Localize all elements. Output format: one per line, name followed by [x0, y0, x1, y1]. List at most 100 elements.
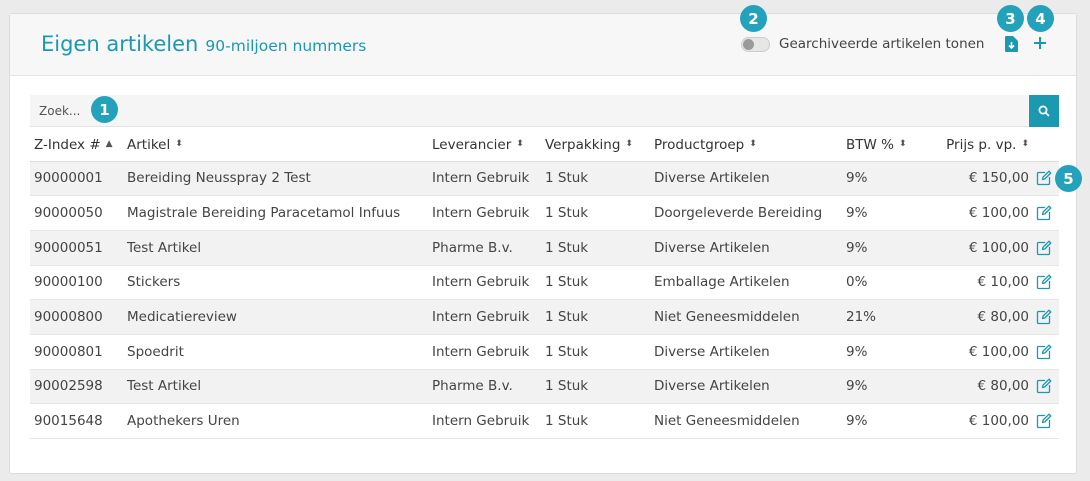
edit-icon: [1036, 240, 1052, 255]
cell-productgroep: Diverse Artikelen: [654, 334, 846, 370]
cell-leverancier: Intern Gebruik: [432, 195, 545, 231]
sort-icon: ⬍: [175, 139, 183, 150]
cell-artikel: Magistrale Bereiding Paracetamol Infuus: [127, 195, 432, 231]
cell-artikel: Apothekers Uren: [127, 403, 432, 439]
cell-zindex: 90000051: [30, 230, 127, 266]
cell-prijs: € 80,00: [934, 299, 1029, 335]
edit-button[interactable]: [1029, 265, 1059, 301]
page-title-main: Eigen artikelen: [41, 32, 199, 56]
download-file-icon[interactable]: [1003, 35, 1019, 53]
col-header-verpakking[interactable]: Verpakking ⬍: [545, 129, 654, 162]
cell-zindex: 90000801: [30, 334, 127, 370]
sort-icon: ⬍: [898, 139, 907, 150]
edit-button[interactable]: [1029, 334, 1059, 370]
col-header-label: Artikel: [127, 136, 171, 153]
cell-verpakking: 1 Stuk: [545, 299, 654, 335]
cell-btw: 9%: [846, 334, 934, 370]
cell-btw: 9%: [846, 161, 934, 197]
table-row: 90000800 Medicatiereview Intern Gebruik 1 S…: [30, 299, 1059, 335]
col-header-zindex[interactable]: Z-Index # ▲: [30, 129, 127, 162]
marker-2: 2: [740, 5, 767, 32]
table-row: 90000050 Magistrale Bereiding Paracetamol…: [30, 195, 1059, 231]
cell-verpakking: 1 Stuk: [545, 265, 654, 301]
edit-icon: [1036, 309, 1052, 325]
cell-leverancier: Intern Gebruik: [432, 334, 545, 370]
archived-toggle[interactable]: Gearchiveerde artikelen tonen: [741, 36, 985, 52]
cell-prijs: € 80,00: [934, 369, 1029, 405]
cell-btw: 0%: [846, 265, 934, 301]
card-header: Eigen artikelen 90-miljoen nummers Gearc…: [10, 14, 1076, 76]
cell-verpakking: 1 Stuk: [545, 369, 654, 405]
edit-button[interactable]: [1029, 230, 1059, 266]
cell-prijs: € 100,00: [934, 334, 1029, 370]
cell-productgroep: Diverse Artikelen: [654, 230, 846, 266]
table-row: 90000001 Bereiding Neusspray 2 Test Intern…: [30, 161, 1059, 197]
edit-button[interactable]: [1029, 369, 1059, 405]
edit-button[interactable]: [1029, 403, 1059, 439]
cell-verpakking: 1 Stuk: [545, 334, 654, 370]
col-header-prijs[interactable]: Prijs p. vp. ⬍: [934, 129, 1029, 162]
edit-icon: [1036, 413, 1052, 429]
cell-productgroep: Diverse Artikelen: [654, 161, 846, 197]
col-header-label: Z-Index #: [34, 136, 101, 153]
archived-toggle-label[interactable]: Gearchiveerde artikelen tonen: [779, 36, 985, 52]
table-row: 90000051 Test Artikel Pharme B.v. 1 Stuk Div…: [30, 230, 1059, 266]
cell-artikel: Spoedrit: [127, 334, 432, 370]
col-header-productgroep[interactable]: Productgroep ⬍: [654, 129, 846, 162]
cell-prijs: € 100,00: [934, 230, 1029, 266]
cell-artikel: Test Artikel: [127, 230, 432, 266]
table-row: 90000100 Stickers Intern Gebruik 1 Stuk Emba…: [30, 265, 1059, 301]
col-header-btw[interactable]: BTW % ⬍: [846, 129, 934, 162]
edit-icon: [1036, 170, 1052, 186]
cell-leverancier: Intern Gebruik: [432, 403, 545, 439]
plus-icon[interactable]: [1031, 34, 1049, 52]
table-row: 90000801 Spoedrit Intern Gebruik 1 Stuk Dive…: [30, 334, 1059, 370]
sort-icon: ⬍: [625, 139, 633, 150]
toggle-knob: [743, 38, 754, 50]
cell-productgroep: Diverse Artikelen: [654, 369, 846, 405]
table-row: 90002598 Test Artikel Pharme B.v. 1 Stuk Div…: [30, 369, 1059, 405]
search-input[interactable]: [30, 95, 1029, 127]
articles-card: Eigen artikelen 90-miljoen nummers Gearc…: [9, 13, 1077, 474]
cell-verpakking: 1 Stuk: [545, 195, 654, 231]
cell-productgroep: Doorgeleverde Bereiding: [654, 195, 846, 231]
cell-btw: 9%: [846, 403, 934, 439]
col-header-label: Leverancier: [432, 136, 512, 153]
col-header-artikel[interactable]: Artikel ⬍: [127, 129, 432, 162]
sort-icon: ⬍: [516, 139, 524, 150]
sort-icon: ⬍: [749, 139, 757, 150]
col-header-label: Verpakking: [545, 136, 621, 153]
cell-artikel: Stickers: [127, 265, 432, 301]
edit-icon: [1036, 205, 1052, 221]
articles-table: Z-Index # ▲ Artikel ⬍ Leverancier ⬍ Verpakk…: [30, 129, 1059, 439]
col-header-actions: [1029, 129, 1059, 162]
archived-toggle-switch[interactable]: [741, 36, 770, 52]
col-header-label: Prijs p. vp.: [946, 136, 1017, 153]
edit-button[interactable]: [1029, 299, 1059, 335]
cell-btw: 9%: [846, 195, 934, 231]
cell-btw: 9%: [846, 230, 934, 266]
col-header-label: BTW %: [846, 136, 894, 153]
cell-zindex: 90000100: [30, 265, 127, 301]
cell-zindex: 90000001: [30, 161, 127, 197]
search-button[interactable]: [1029, 95, 1059, 127]
cell-productgroep: Niet Geneesmiddelen: [654, 299, 846, 335]
cell-prijs: € 100,00: [934, 403, 1029, 439]
sort-asc-icon: ▲: [105, 139, 113, 150]
search-bar: [30, 95, 1059, 127]
marker-5: 5: [1055, 165, 1082, 192]
edit-icon: [1036, 344, 1052, 359]
marker-4: 4: [1027, 5, 1054, 32]
cell-btw: 9%: [846, 369, 934, 405]
search-icon: [1038, 105, 1050, 117]
col-header-leverancier[interactable]: Leverancier ⬍: [432, 129, 545, 162]
table-row: 90015648 Apothekers Uren Intern Gebruik 1 S…: [30, 403, 1059, 439]
cell-zindex: 90015648: [30, 403, 127, 439]
cell-zindex: 90000800: [30, 299, 127, 335]
cell-artikel: Test Artikel: [127, 369, 432, 405]
cell-btw: 21%: [846, 299, 934, 335]
page-subtitle: 90-miljoen nummers: [205, 37, 367, 55]
cell-leverancier: Intern Gebruik: [432, 265, 545, 301]
edit-button[interactable]: [1029, 195, 1059, 231]
cell-zindex: 90000050: [30, 195, 127, 231]
